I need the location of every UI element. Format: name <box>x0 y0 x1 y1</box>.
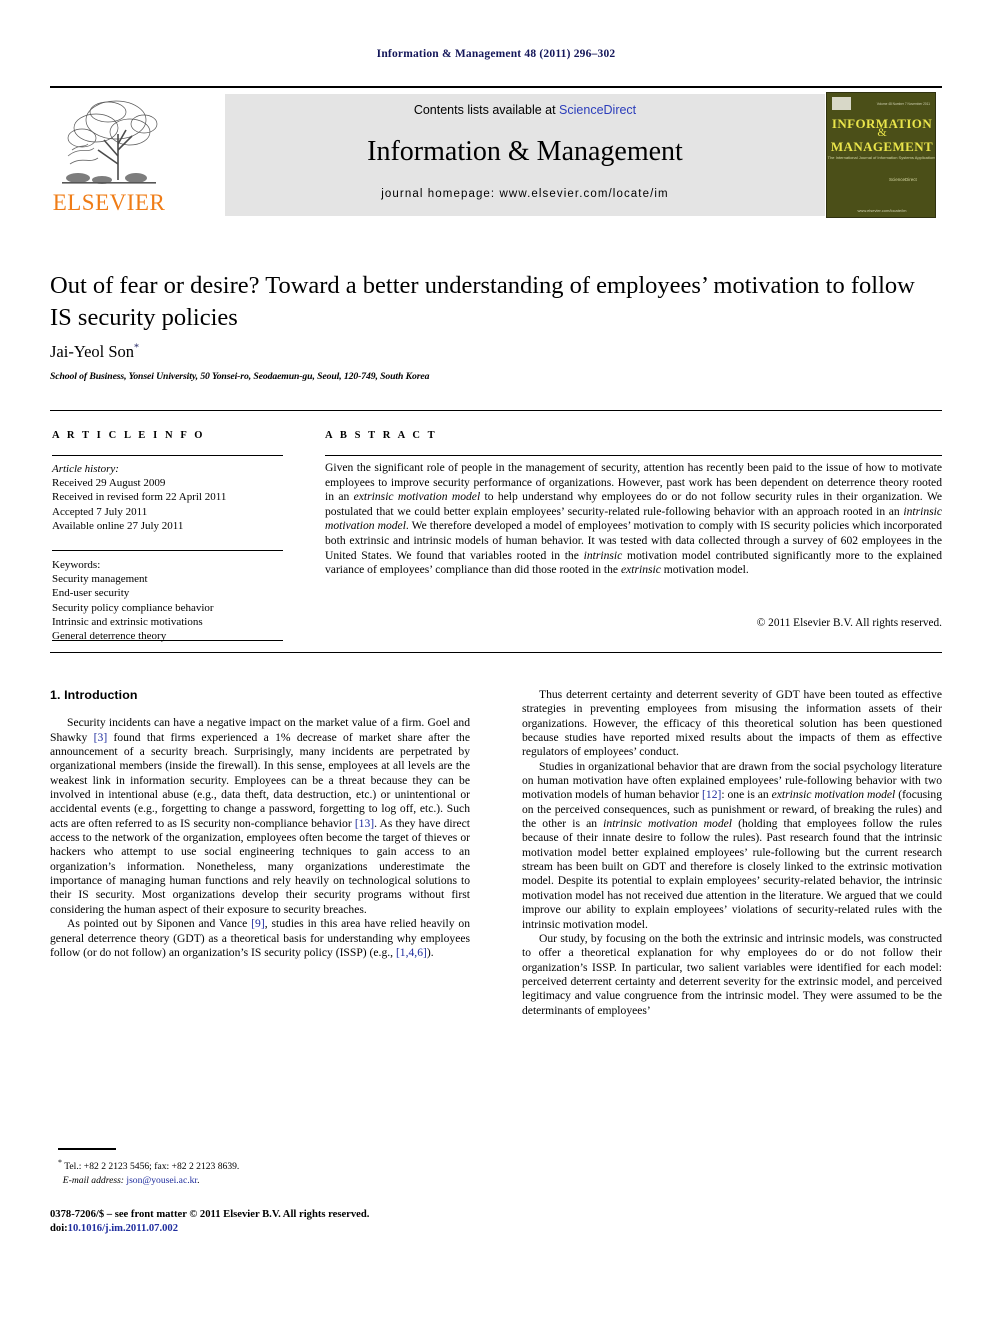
paragraph-seg: found that firms experienced a 1% decrea… <box>50 730 470 830</box>
citation-link[interactable]: [12] <box>702 788 721 801</box>
footnote-marker: * <box>58 1158 62 1167</box>
history-item: Received in revised form 22 April 2011 <box>52 491 227 504</box>
paragraph-seg: . As they have direct access to the netw… <box>50 816 470 916</box>
article-info-rule <box>52 455 283 456</box>
imprint-block: 0378-7206/$ – see front matter © 2011 El… <box>50 1208 530 1236</box>
cover-ampersand: & <box>877 125 887 139</box>
article-history-block: Article history: Received 29 August 2009… <box>52 462 292 533</box>
cover-subtitle: The International Journal of Information… <box>827 155 936 160</box>
footnote-email-label: E-mail address: <box>62 1174 124 1186</box>
cover-title-line2: MANAGEMENT <box>830 139 934 154</box>
keywords-rule <box>52 550 283 551</box>
affiliation: School of Business, Yonsei University, 5… <box>50 371 430 382</box>
paragraph-emphasis: intrinsic motivation model <box>603 817 732 831</box>
cover-logo-chip <box>832 97 851 110</box>
keyword-item: General deterrence theory <box>52 630 167 643</box>
elsevier-wordmark: ELSEVIER <box>52 190 166 215</box>
paragraph-seg: ). <box>426 945 434 959</box>
article-history-label: Article history: <box>52 463 119 475</box>
journal-header-banner: ELSEVIER Contents lists available at Sci… <box>50 92 942 218</box>
paper-page: Information & Management 48 (2011) 296–3… <box>0 0 992 1323</box>
body-column-right: Thus deterrent certainty and deterrent s… <box>522 688 942 1018</box>
footnote-email-link[interactable]: json@yousei.ac.kr <box>126 1175 197 1186</box>
abstract-emphasis: extrinsic <box>620 563 661 577</box>
elsevier-tree-icon <box>62 100 158 184</box>
keywords-block: Keywords: Security management End-user s… <box>52 558 292 643</box>
cover-top-strip: Volume 48 Number 7 November 2011 <box>832 97 930 110</box>
keywords-label: Keywords: <box>52 559 101 571</box>
header-divider <box>50 86 942 88</box>
author-label: Jai-Yeol Son <box>50 342 135 361</box>
paragraph-seg: (holding that employees follow the rules… <box>522 817 942 931</box>
body-column-left: 1. Introduction Security incidents can h… <box>50 688 470 960</box>
keyword-item: Intrinsic and extrinsic motivations <box>52 615 203 628</box>
imprint-doi-line: doi:10.1016/j.im.2011.07.002 <box>50 1222 530 1236</box>
paragraph-emphasis: extrinsic motivation model <box>771 788 896 802</box>
keyword-item: Security management <box>52 573 148 586</box>
cover-url: www.elsevier.com/locate/im <box>857 208 907 213</box>
page-title: Out of fear or desire? Toward a better u… <box>50 272 915 331</box>
contents-available-line: Contents lists available at ScienceDirec… <box>225 103 825 117</box>
citation-link[interactable]: [3] <box>94 731 108 744</box>
abstract-copyright: © 2011 Elsevier B.V. All rights reserved… <box>756 617 942 629</box>
abstract-section-top-rule <box>50 410 942 411</box>
citation-link[interactable]: [1,4,6] <box>396 946 427 959</box>
citation-link[interactable]: [13] <box>355 817 374 830</box>
contents-panel: Contents lists available at ScienceDirec… <box>225 94 825 216</box>
footnote-rule <box>58 1148 116 1150</box>
journal-homepage[interactable]: journal homepage: www.elsevier.com/locat… <box>225 188 825 200</box>
paragraph: Studies in organizational behavior that … <box>522 760 942 932</box>
abstract-heading: A B S T R A C T <box>325 430 438 441</box>
author-footnote-marker[interactable]: * <box>134 343 139 354</box>
footnote-block: * Tel.: +82 2 2123 5456; fax: +82 2 2123… <box>58 1156 458 1187</box>
journal-title: Information & Management <box>367 136 683 167</box>
elsevier-logo: ELSEVIER <box>50 94 168 218</box>
abstract-rule <box>325 455 942 456</box>
doi-label: doi: <box>50 1223 68 1234</box>
paragraph-seg: As pointed out by Siponen and Vance <box>67 917 252 931</box>
paragraph-seg: : one is an <box>721 788 772 802</box>
cover-issue-text: Volume 48 Number 7 November 2011 <box>876 101 930 106</box>
keyword-item: End-user security <box>52 587 130 600</box>
history-item: Received 29 August 2009 <box>52 477 166 490</box>
section-heading-introduction: 1. Introduction <box>50 688 138 702</box>
contents-prefix: Contents lists available at <box>413 103 560 117</box>
article-info-heading: A R T I C L E I N F O <box>52 430 206 441</box>
abstract-emphasis: intrinsic <box>583 548 623 562</box>
abstract-text: Given the significant role of people in … <box>325 461 942 578</box>
keyword-item: Security policy compliance behavior <box>52 601 214 614</box>
footnote-tel: Tel.: +82 2 2123 5456; fax: +82 2 2123 8… <box>64 1161 240 1173</box>
paragraph: Security incidents can have a negative i… <box>50 716 470 917</box>
author-name: Jai-Yeol Son* <box>50 342 139 362</box>
cover-sciencedirect-mark: ScienceDirect <box>889 177 917 182</box>
abstract-emphasis: extrinsic motivation model <box>353 490 481 504</box>
history-item: Accepted 7 July 2011 <box>52 505 148 518</box>
imprint-frontmatter: 0378-7206/$ – see front matter © 2011 El… <box>50 1209 370 1220</box>
doi-link[interactable]: 10.1016/j.im.2011.07.002 <box>68 1223 178 1234</box>
paragraph: As pointed out by Siponen and Vance [9],… <box>50 917 470 960</box>
history-item: Available online 27 July 2011 <box>52 519 184 532</box>
footnote-tel-line: * Tel.: +82 2 2123 5456; fax: +82 2 2123… <box>58 1156 458 1174</box>
paragraph: Thus deterrent certainty and deterrent s… <box>522 688 942 759</box>
article-info-bottom-rule <box>52 640 283 641</box>
paragraph: Our study, by focusing on the both the e… <box>522 931 942 1017</box>
abstract-section-bottom-rule <box>50 652 942 653</box>
running-head: Information & Management 48 (2011) 296–3… <box>376 48 616 60</box>
sciencedirect-link[interactable]: ScienceDirect <box>559 103 636 117</box>
footnote-email-line: E-mail address: json@yousei.ac.kr. <box>62 1174 200 1186</box>
abstract-seg: motivation model. <box>660 563 749 577</box>
citation-link[interactable]: [9] <box>251 917 265 930</box>
journal-cover-thumbnail: Volume 48 Number 7 November 2011 INFORMA… <box>826 92 936 218</box>
